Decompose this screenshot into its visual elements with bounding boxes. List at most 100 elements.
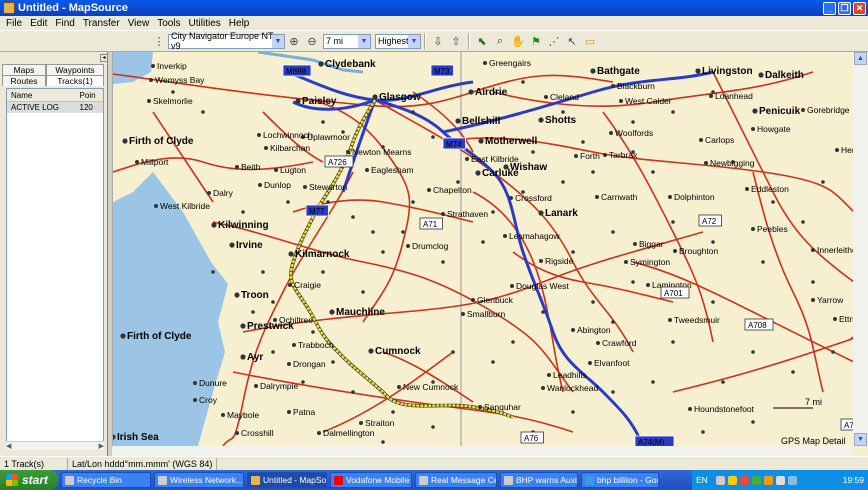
tray-alert-icon[interactable] — [739, 475, 749, 485]
menu-transfer[interactable]: Transfer — [79, 18, 124, 29]
settlement-marker — [671, 220, 675, 224]
scroll-up-icon[interactable]: ▲ — [854, 52, 867, 65]
list-horizontal-scrollbar[interactable]: ◀ ▶ — [6, 441, 104, 450]
town-marker — [465, 157, 469, 161]
town-marker — [751, 227, 755, 231]
tray-security-icon[interactable] — [751, 475, 761, 485]
task-wireless-network[interactable]: Wireless Network... — [154, 472, 244, 488]
place-label-lesmahagow: Lesmahagow — [509, 231, 560, 241]
start-button[interactable]: start — [0, 470, 58, 490]
place-label-wanlockhead: Wanlockhead — [547, 383, 598, 393]
tray-search-icon[interactable] — [715, 475, 725, 485]
map-product-select[interactable]: City Navigator Europe NT v9 ▼ — [168, 31, 285, 51]
close-button[interactable]: ✕ — [853, 1, 866, 15]
tray-volume-icon[interactable] — [775, 475, 785, 485]
task-mapsource[interactable]: Untitled - MapSo... — [247, 472, 327, 488]
zoom-out-icon[interactable]: ⊖ — [303, 33, 321, 49]
chevron-down-icon[interactable]: ▼ — [272, 34, 284, 48]
tray-app-icon[interactable] — [763, 475, 773, 485]
menu-file[interactable]: File — [2, 18, 26, 29]
column-name[interactable]: Name — [7, 89, 76, 101]
task-real-message[interactable]: Real Message Ce... — [415, 472, 497, 488]
map-vertical-scrollbar[interactable]: ▲ ▼ — [853, 52, 868, 446]
menu-view[interactable]: View — [124, 18, 154, 29]
tray-network-icon[interactable] — [727, 475, 737, 485]
chevron-down-icon[interactable]: ▼ — [408, 34, 420, 48]
town-marker — [673, 249, 677, 253]
menu-tools[interactable]: Tools — [153, 18, 184, 29]
place-label-clydebank: Clydebank — [325, 59, 376, 70]
place-label-carnwath: Carnwath — [601, 192, 638, 202]
settlement-marker — [481, 240, 485, 244]
tab-tracks[interactable]: Tracks(1) — [46, 75, 104, 86]
column-points[interactable]: Poin — [76, 89, 103, 101]
settlement-marker — [521, 80, 525, 84]
scroll-down-icon[interactable]: ▼ — [854, 433, 867, 446]
send-to-device-icon[interactable]: ⇧ — [447, 33, 465, 49]
place-label-kilwinning: Kilwinning — [218, 220, 269, 231]
road-label-m73: M73 — [434, 67, 450, 76]
detail-level-select[interactable]: Highest ▼ — [375, 33, 421, 49]
measure-tool-icon[interactable]: ▭ — [581, 33, 599, 49]
town-marker — [406, 244, 410, 248]
track-name: ACTIVE LOG — [11, 103, 60, 112]
menu-edit[interactable]: Edit — [26, 18, 51, 29]
town-marker — [461, 312, 465, 316]
task-recycle-bin[interactable]: Recycle Bin — [61, 472, 151, 488]
zoom-scale-select[interactable]: 7 mi ▼ — [323, 33, 371, 49]
pointer-tool-icon[interactable]: ↖ — [563, 33, 581, 49]
task-bhp-billiton[interactable]: bhp billiton - Goo... — [581, 472, 659, 488]
place-label-yarrow: Yarrow — [817, 295, 844, 305]
task-bhp-warns[interactable]: BHP warns Austr... — [500, 472, 578, 488]
town-marker — [441, 212, 445, 216]
tracks-list-header: Name Poin — [7, 89, 103, 102]
settlement-marker — [251, 310, 255, 314]
place-label-new-cumnock: New Cumnock — [403, 382, 459, 392]
tab-maps[interactable]: Maps — [2, 64, 46, 75]
place-label-tarbrax: Tarbrax — [609, 150, 638, 160]
place-label-cumnock: Cumnock — [375, 346, 421, 357]
town-marker — [688, 407, 692, 411]
place-label-abington: Abington — [577, 325, 611, 335]
select-tool-icon[interactable]: ⬉ — [473, 33, 491, 49]
map-horizontal-scrollbar[interactable] — [112, 446, 853, 456]
scroll-left-icon[interactable]: ◀ — [6, 442, 11, 450]
tray-display-icon[interactable] — [787, 475, 797, 485]
place-label-peebles: Peebles — [757, 224, 788, 234]
settlement-marker — [771, 200, 775, 204]
settlement-marker — [531, 150, 535, 154]
tab-waypoints[interactable]: Waypoints — [46, 64, 104, 75]
place-label-smallburn: Smallburn — [467, 309, 506, 319]
menu-help[interactable]: Help — [225, 18, 254, 29]
place-label-paisley: Paisley — [302, 96, 337, 107]
place-label-eddleston: Eddleston — [751, 184, 789, 194]
chevron-down-icon[interactable]: ▼ — [358, 34, 370, 48]
settlement-marker — [751, 350, 755, 354]
language-indicator[interactable]: EN — [696, 475, 708, 485]
minimize-button[interactable]: _ — [823, 1, 836, 15]
task-vodafone[interactable]: Vodafone Mobile ... — [330, 472, 412, 488]
tab-routes[interactable]: Routes — [2, 75, 46, 86]
receive-from-device-icon[interactable]: ⇩ — [429, 33, 447, 49]
table-row[interactable]: ACTIVE LOG 120 — [7, 102, 103, 113]
mapsource-window: Untitled - MapSource _ ❐ ✕ File Edit Fin… — [0, 0, 868, 490]
hand-tool-icon[interactable]: ✋ — [509, 33, 527, 49]
map-view[interactable]: Inverkip Wemyss Bay Skelmorlie Clydebank Pai… — [112, 52, 868, 456]
menu-find[interactable]: Find — [51, 18, 78, 29]
map-canvas[interactable]: Inverkip Wemyss Bay Skelmorlie Clydebank Pai… — [113, 52, 864, 448]
route-tool-icon[interactable]: ⋰ — [545, 33, 563, 49]
collapse-panel-icon[interactable]: ◂ — [100, 54, 108, 62]
settlement-marker — [611, 390, 615, 394]
place-label-firth-of-clyde: Firth of Clyde — [127, 331, 192, 342]
settlement-marker — [831, 350, 835, 354]
menu-utilities[interactable]: Utilities — [185, 18, 225, 29]
scroll-right-icon[interactable]: ▶ — [99, 442, 104, 450]
title-bar: Untitled - MapSource _ ❐ ✕ — [0, 0, 868, 16]
zoom-in-icon[interactable]: ⊕ — [285, 33, 303, 49]
town-marker — [752, 108, 758, 114]
maximize-button[interactable]: ❐ — [838, 1, 851, 15]
town-marker — [633, 242, 637, 246]
settlement-marker — [326, 200, 330, 204]
zoom-tool-icon[interactable]: ⌕ — [491, 33, 509, 49]
waypoint-tool-icon[interactable]: ⚑ — [527, 33, 545, 49]
